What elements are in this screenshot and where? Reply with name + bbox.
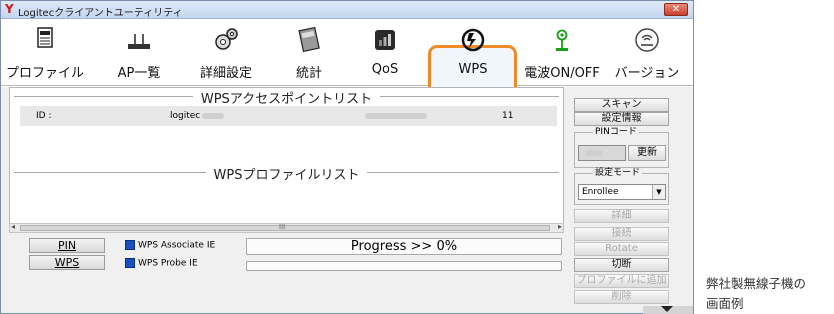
pin-code-caption: PINコード	[593, 127, 639, 137]
triangle-down-icon	[661, 306, 673, 312]
info-button[interactable]: 設定情報	[574, 112, 669, 126]
title-bar: Y Logitecクライアントユーティリティ ✕	[1, 1, 693, 19]
toolbar-wps-label: WPS	[458, 62, 488, 77]
right-control-panel: スキャン 設定情報 PINコード 更新 設定モード Enrollee ▼ 詳細 …	[571, 87, 691, 313]
ap-id-label: ID :	[36, 111, 52, 121]
caption-line-2: 画面例	[706, 296, 744, 311]
main-toolbar: プロファイル AP一覧 詳細設定 統計 QoS WPS 電波ON/OFF バージ…	[1, 20, 693, 102]
client-utility-window: Y Logitecクライアントユーティリティ ✕ プロファイル AP一覧 詳細設…	[0, 0, 694, 314]
toolbar-advanced-settings-label: 詳細設定	[199, 66, 252, 81]
progress-bar	[246, 261, 562, 271]
caption-line-1: 弊社製無線子機の	[706, 276, 807, 291]
ap-list-header: WPSアクセスポイントリスト	[10, 88, 563, 107]
pin-code-group: PINコード 更新	[574, 127, 669, 168]
access-point-icon	[128, 34, 150, 49]
close-button[interactable]: ✕	[664, 3, 688, 16]
logitec-version-icon	[635, 28, 659, 52]
profile-list-header: WPSプロファイルリスト	[10, 164, 563, 183]
radio-antenna-icon	[556, 29, 568, 51]
scan-button[interactable]: スキャン	[574, 98, 669, 112]
ap-list-title: WPSアクセスポイントリスト	[192, 92, 381, 107]
toolbar-statistics[interactable]: 統計	[284, 20, 334, 86]
scroll-down-indicator[interactable]	[643, 306, 693, 314]
toolbar-profile[interactable]: プロファイル	[5, 20, 85, 86]
wps-button[interactable]: WPS	[29, 255, 105, 270]
toolbar-qos[interactable]: QoS	[359, 20, 411, 86]
horizontal-scrollbar[interactable]: ◂ III ▸	[9, 222, 564, 233]
scrollbar-thumb[interactable]: III	[20, 223, 550, 231]
associate-ie-label: WPS Associate IE	[138, 240, 216, 251]
scroll-right-arrow-icon[interactable]: ▸	[558, 222, 562, 231]
progress-text-box: Progress >> 0%	[246, 238, 562, 255]
toolbar-version-label: バージョン	[614, 66, 680, 81]
toolbar-profile-label: プロファイル	[5, 66, 84, 81]
logitec-app-icon: Y	[5, 2, 14, 16]
probe-ie-checkbox[interactable]: WPS Probe IE	[125, 258, 198, 269]
toolbar-qos-label: QoS	[371, 62, 399, 77]
toolbar-advanced-settings[interactable]: 詳細設定	[186, 20, 266, 86]
probe-ie-label: WPS Probe IE	[138, 258, 198, 269]
pin-code-field[interactable]	[578, 145, 626, 161]
content-area: WPSアクセスポイントリスト ID : logitec 11 WPSプロファイル…	[1, 87, 693, 313]
probe-ie-check-icon	[125, 258, 135, 268]
calculator-icon	[298, 26, 320, 53]
ap-list-row[interactable]: ID : logitec 11	[20, 106, 557, 126]
toolbar-version[interactable]: バージョン	[607, 20, 687, 86]
profile-list-title: WPSプロファイルリスト	[205, 168, 368, 183]
qos-icon	[375, 30, 395, 50]
image-caption: 弊社製無線子機の 画面例	[706, 274, 834, 314]
associate-ie-checkbox[interactable]: WPS Associate IE	[125, 240, 215, 251]
ap-channel: 11	[502, 111, 514, 121]
ap-ssid-text: logitec	[170, 111, 201, 121]
wps-list-panel: WPSアクセスポイントリスト ID : logitec 11 WPSプロファイル…	[9, 87, 564, 232]
toolbar-radio-toggle-label: 電波ON/OFF	[524, 66, 600, 81]
wps-icon	[461, 28, 485, 52]
scroll-left-arrow-icon[interactable]: ◂	[11, 222, 15, 231]
delete-button[interactable]: 削除	[574, 290, 669, 304]
window-title: Logitecクライアントユーティリティ	[18, 8, 183, 19]
connect-button[interactable]: 接続	[574, 227, 669, 241]
rotate-button[interactable]: Rotate	[574, 242, 669, 256]
add-profile-button[interactable]: プロファイルに追加	[574, 274, 669, 288]
toolbar-ap-list[interactable]: AP一覧	[109, 20, 169, 86]
profile-document-icon	[37, 27, 53, 48]
disconnect-button[interactable]: 切断	[574, 258, 669, 272]
chevron-down-icon[interactable]: ▼	[652, 185, 665, 199]
update-button[interactable]: 更新	[628, 145, 666, 161]
toolbar-wps[interactable]: WPS	[441, 20, 505, 86]
mode-select[interactable]: Enrollee ▼	[578, 184, 666, 200]
toolbar-ap-list-label: AP一覧	[117, 66, 161, 81]
pin-button[interactable]: PIN	[29, 238, 105, 253]
mode-select-value: Enrollee	[582, 187, 619, 197]
toolbar-statistics-label: 統計	[295, 66, 322, 81]
toolbar-radio-toggle[interactable]: 電波ON/OFF	[521, 20, 603, 86]
associate-ie-check-icon	[125, 240, 135, 250]
mode-group: 設定モード Enrollee ▼	[574, 168, 669, 205]
ap-ssid: logitec	[170, 111, 225, 121]
mode-caption: 設定モード	[593, 168, 643, 178]
gear-settings-icon	[215, 28, 238, 50]
ap-bssid-redacted	[365, 111, 427, 121]
detail-button[interactable]: 詳細	[574, 209, 669, 223]
scrollbar-grip: III	[279, 223, 286, 231]
